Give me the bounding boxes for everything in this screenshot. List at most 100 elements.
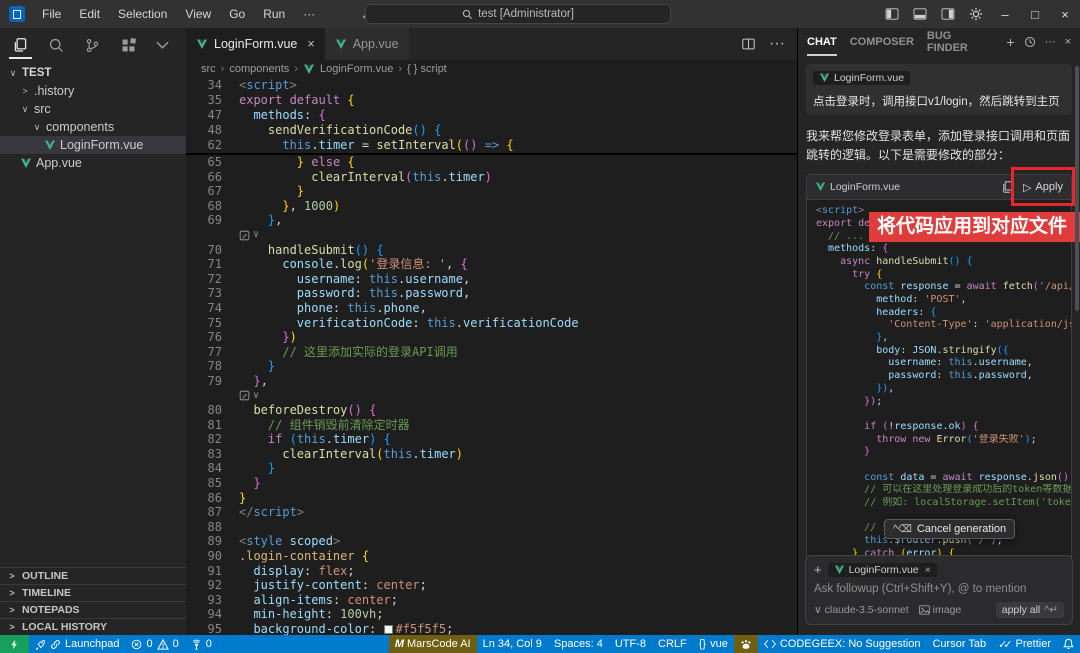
tab-chat[interactable]: CHAT xyxy=(807,28,837,56)
cursor-tab-toggle[interactable]: Cursor Tab xyxy=(926,635,992,653)
tab-composer[interactable]: COMPOSER xyxy=(850,28,914,56)
tab-app-vue[interactable]: App.vue xyxy=(324,28,409,60)
menu-item-go[interactable]: Go xyxy=(220,3,254,25)
add-context-button[interactable]: + xyxy=(814,562,822,577)
encoding-indicator[interactable]: UTF-8 xyxy=(609,635,652,653)
menu-item-edit[interactable]: Edit xyxy=(70,3,109,25)
menu-item-view[interactable]: View xyxy=(176,3,220,25)
tree-item--history[interactable]: > .history xyxy=(0,82,186,100)
code-line[interactable]: 34 <script> xyxy=(186,78,797,93)
chip-close-icon[interactable]: × xyxy=(925,564,931,576)
code-line[interactable]: 86} xyxy=(186,491,797,506)
code-line[interactable]: 65 } else { xyxy=(186,155,797,170)
copy-code-icon[interactable] xyxy=(1002,181,1013,193)
feedback-indicator[interactable]: 0 xyxy=(185,635,218,653)
menu-item-run[interactable]: Run xyxy=(254,3,294,25)
inline-ai-marker[interactable]: ∨ xyxy=(186,389,797,404)
code-line[interactable]: 69 }, xyxy=(186,213,797,228)
tab-close-icon[interactable]: × xyxy=(307,37,314,51)
code-line[interactable]: 83 clearInterval(this.timer) xyxy=(186,447,797,462)
notifications-bell-icon[interactable] xyxy=(1057,635,1080,653)
breadcrumb-item[interactable]: src xyxy=(201,63,216,75)
tab-loginform-vue[interactable]: LoginForm.vue × xyxy=(186,28,325,60)
indentation-indicator[interactable]: Spaces: 4 xyxy=(548,635,609,653)
menu-item-[interactable]: ··· xyxy=(294,3,324,25)
menu-item-selection[interactable]: Selection xyxy=(109,3,176,25)
window-minimize-button[interactable]: – xyxy=(990,0,1020,28)
code-line[interactable]: 76 }) xyxy=(186,330,797,345)
code-line[interactable]: 82 if (this.timer) { xyxy=(186,432,797,447)
code-line[interactable]: 87 </script> xyxy=(186,505,797,520)
tree-item-app-vue[interactable]: App.vue xyxy=(0,154,186,172)
new-chat-icon[interactable]: + xyxy=(1006,34,1014,50)
menu-item-file[interactable]: File xyxy=(33,3,70,25)
code-line[interactable]: 92 justify-content: center; xyxy=(186,578,797,593)
tree-item-src[interactable]: ∨ src xyxy=(0,100,186,118)
toggle-panel-icon[interactable] xyxy=(906,0,934,28)
extensions-icon[interactable] xyxy=(120,28,137,62)
code-line[interactable]: 35 export default { xyxy=(186,93,797,108)
command-center-search[interactable]: test [Administrator] xyxy=(365,4,671,24)
code-line[interactable]: 62 this.timer = setInterval(() => { xyxy=(186,138,797,153)
code-line[interactable]: 90 .login-container { xyxy=(186,549,797,564)
language-mode[interactable]: {} vue xyxy=(693,635,734,653)
breadcrumb-item[interactable]: { } script xyxy=(407,63,447,75)
launchpad-button[interactable]: Launchpad xyxy=(29,635,125,653)
codegeex-status[interactable]: CODEGEEX: No Suggestion xyxy=(758,635,927,653)
eol-indicator[interactable]: CRLF xyxy=(652,635,693,653)
toggle-sidebar-icon[interactable] xyxy=(878,0,906,28)
breadcrumb[interactable]: src › components › LoginForm.vue › { } script xyxy=(186,60,797,78)
section-timeline[interactable]: > TIMELINE xyxy=(0,584,186,601)
problems-indicator[interactable]: 0 0 xyxy=(125,635,184,653)
marscode-paw-button[interactable] xyxy=(733,635,758,653)
code-line[interactable]: 78 } xyxy=(186,359,797,374)
explorer-icon[interactable] xyxy=(9,28,32,62)
code-line[interactable]: 77 // 这里添加实际的登录API调用 xyxy=(186,345,797,360)
code-line[interactable]: 72 username: this.username, xyxy=(186,272,797,287)
tab-bug-finder[interactable]: BUG FINDER xyxy=(927,28,993,56)
context-file-chip[interactable]: LoginForm.vue xyxy=(813,71,911,85)
split-editor-icon[interactable] xyxy=(742,38,755,50)
code-line[interactable]: 75 verificationCode: this.verificationCo… xyxy=(186,316,797,331)
tree-item-components[interactable]: ∨ components xyxy=(0,118,186,136)
toggle-secondary-sidebar-icon[interactable] xyxy=(934,0,962,28)
chat-input[interactable] xyxy=(814,583,1064,595)
code-line[interactable]: 48 sendVerificationCode() { xyxy=(186,123,797,138)
code-editor[interactable]: 34 <script> 35 export default {47 methods: … xyxy=(186,78,797,635)
code-line[interactable]: 89 <style scoped> xyxy=(186,534,797,549)
code-line[interactable]: 81 // 组件销毁前清除定时器 xyxy=(186,418,797,433)
code-line[interactable]: 67 } xyxy=(186,184,797,199)
apply-button[interactable]: ▷ Apply xyxy=(1023,181,1063,194)
marscode-ai-button[interactable]: M MarsCode AI xyxy=(388,635,477,653)
model-selector[interactable]: ∨ claude-3.5-sonnet xyxy=(814,604,909,616)
section-local-history[interactable]: > LOCAL HISTORY xyxy=(0,618,186,635)
code-line[interactable]: 94 min-height: 100vh; xyxy=(186,607,797,622)
image-attach-button[interactable]: image xyxy=(918,604,961,616)
input-context-chip[interactable]: LoginForm.vue × xyxy=(827,562,937,577)
chat-scrollbar[interactable] xyxy=(1075,66,1079,311)
chat-history-icon[interactable] xyxy=(1024,36,1036,48)
code-line[interactable]: 79 }, xyxy=(186,374,797,389)
code-line[interactable]: 66 clearInterval(this.timer) xyxy=(186,170,797,185)
apply-all-button[interactable]: apply all ^↵ xyxy=(995,602,1064,618)
code-line[interactable]: 84 } xyxy=(186,461,797,476)
section-notepads[interactable]: > NOTEPADS xyxy=(0,601,186,618)
inline-ai-marker[interactable]: ∨ xyxy=(186,228,797,243)
cancel-generation-button[interactable]: ^⌫ Cancel generation xyxy=(884,519,1016,539)
remote-indicator[interactable] xyxy=(0,635,29,653)
code-line[interactable]: 85 } xyxy=(186,476,797,491)
breadcrumb-item[interactable]: LoginForm.vue xyxy=(320,63,393,75)
settings-gear-icon[interactable] xyxy=(962,0,990,28)
chat-close-icon[interactable]: × xyxy=(1065,36,1071,48)
search-view-icon[interactable] xyxy=(48,28,65,62)
code-line[interactable]: 80 beforeDestroy() { xyxy=(186,403,797,418)
editor-more-actions-icon[interactable]: ··· xyxy=(769,35,785,53)
source-control-icon[interactable] xyxy=(84,28,101,62)
code-line[interactable]: 47 methods: { xyxy=(186,108,797,123)
code-line[interactable]: 74 phone: this.phone, xyxy=(186,301,797,316)
breadcrumb-item[interactable]: components xyxy=(229,63,289,75)
code-line[interactable]: 95 background-color: #f5f5f5; xyxy=(186,622,797,635)
code-line[interactable]: 70 handleSubmit() { xyxy=(186,243,797,258)
code-line[interactable]: 88 xyxy=(186,520,797,535)
cursor-position[interactable]: Ln 34, Col 9 xyxy=(477,635,548,653)
